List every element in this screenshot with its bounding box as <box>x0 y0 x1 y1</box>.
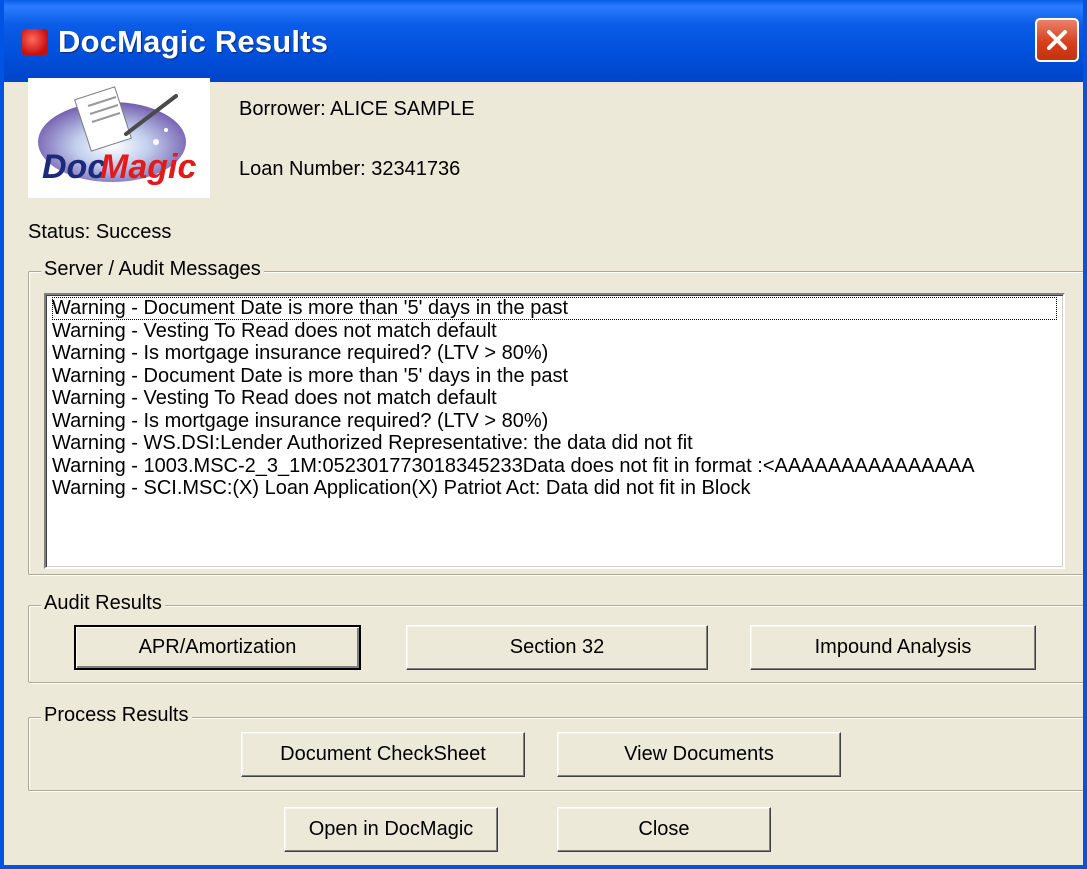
messages-listbox[interactable]: Warning - Document Date is more than '5'… <box>44 293 1065 569</box>
svg-text:Doc: Doc <box>42 148 106 186</box>
message-item[interactable]: Warning - Is mortgage insurance required… <box>52 410 1063 433</box>
section-32-button[interactable]: Section 32 <box>406 625 708 670</box>
message-item[interactable]: Warning - Document Date is more than '5'… <box>52 297 1057 320</box>
docmagic-results-window: DocMagic Results Doc Magic Borrower: ALI… <box>0 0 1087 869</box>
close-x-icon <box>1047 30 1067 50</box>
apr-amortization-button[interactable]: APR/Amortization <box>74 625 361 670</box>
view-documents-button[interactable]: View Documents <box>557 732 841 777</box>
impound-analysis-button[interactable]: Impound Analysis <box>750 625 1036 670</box>
status-label: Status: Success <box>28 221 172 243</box>
borrower-label: Borrower: ALICE SAMPLE <box>239 98 475 120</box>
message-item[interactable]: Warning - Is mortgage insurance required… <box>52 342 1063 365</box>
svg-text:Magic: Magic <box>100 148 196 186</box>
message-item[interactable]: Warning - Vesting To Read does not match… <box>52 320 1063 343</box>
audit-results-legend: Audit Results <box>41 592 165 615</box>
message-item[interactable]: Warning - Document Date is more than '5'… <box>52 365 1063 388</box>
docmagic-app-icon <box>22 29 48 55</box>
server-audit-messages-legend: Server / Audit Messages <box>41 258 264 281</box>
open-in-docmagic-button[interactable]: Open in DocMagic <box>284 807 498 852</box>
close-button[interactable]: Close <box>557 807 771 852</box>
message-item[interactable]: Warning - Vesting To Read does not match… <box>52 387 1063 410</box>
document-checksheet-button[interactable]: Document CheckSheet <box>241 732 525 777</box>
process-results-legend: Process Results <box>41 704 192 727</box>
docmagic-logo: Doc Magic <box>28 78 210 198</box>
message-item[interactable]: Warning - SCI.MSC:(X) Loan Application(X… <box>52 477 1063 500</box>
title-bar[interactable]: DocMagic Results <box>4 0 1083 82</box>
message-item[interactable]: Warning - 1003.MSC-2_3_1M:05230177301834… <box>52 455 1063 478</box>
close-window-button[interactable] <box>1035 18 1079 62</box>
window-title: DocMagic Results <box>58 24 329 59</box>
loan-number-label: Loan Number: 32341736 <box>239 158 461 180</box>
message-item[interactable]: Warning - WS.DSI:Lender Authorized Repre… <box>52 432 1063 455</box>
